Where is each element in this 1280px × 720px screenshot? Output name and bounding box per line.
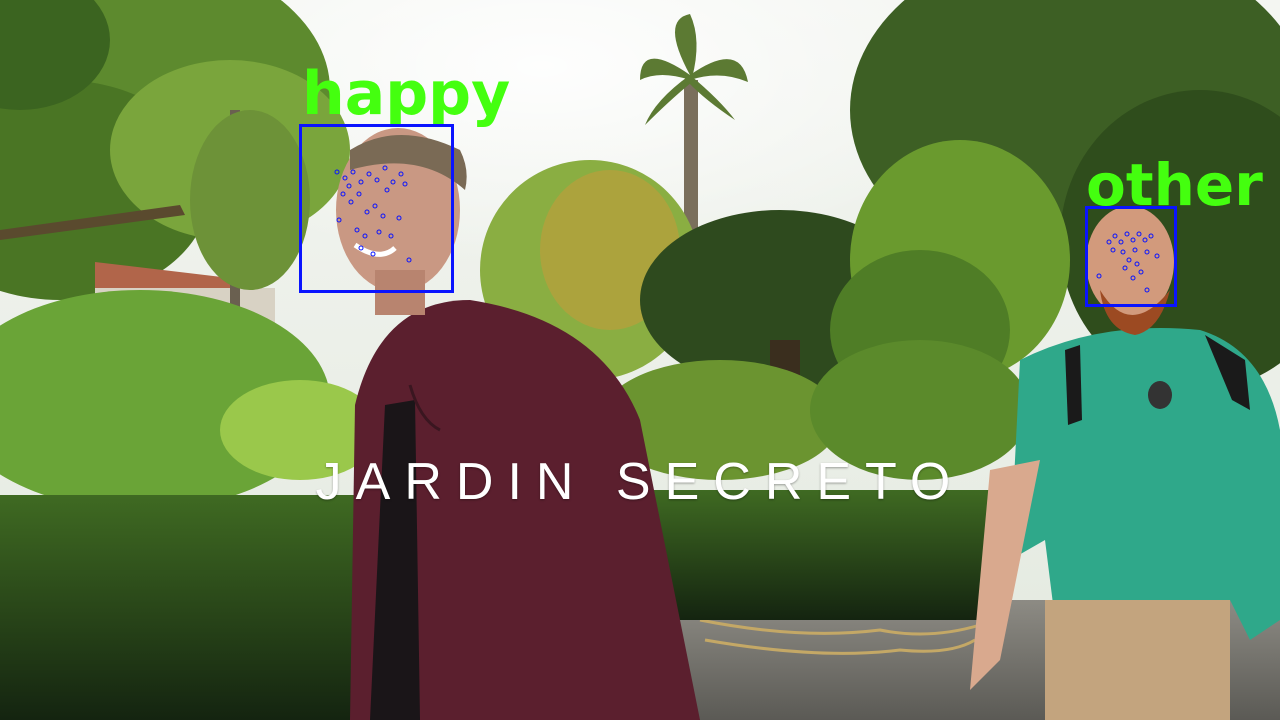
video-caption: JARDIN SECRETO bbox=[315, 453, 965, 511]
garden-scene bbox=[0, 0, 1280, 720]
emotion-label-happy: happy bbox=[302, 59, 511, 129]
face-landmarks-happy bbox=[334, 165, 412, 263]
video-frame: JARDIN SECRETO happy other bbox=[0, 0, 1280, 720]
face-landmarks-other bbox=[1096, 231, 1160, 293]
